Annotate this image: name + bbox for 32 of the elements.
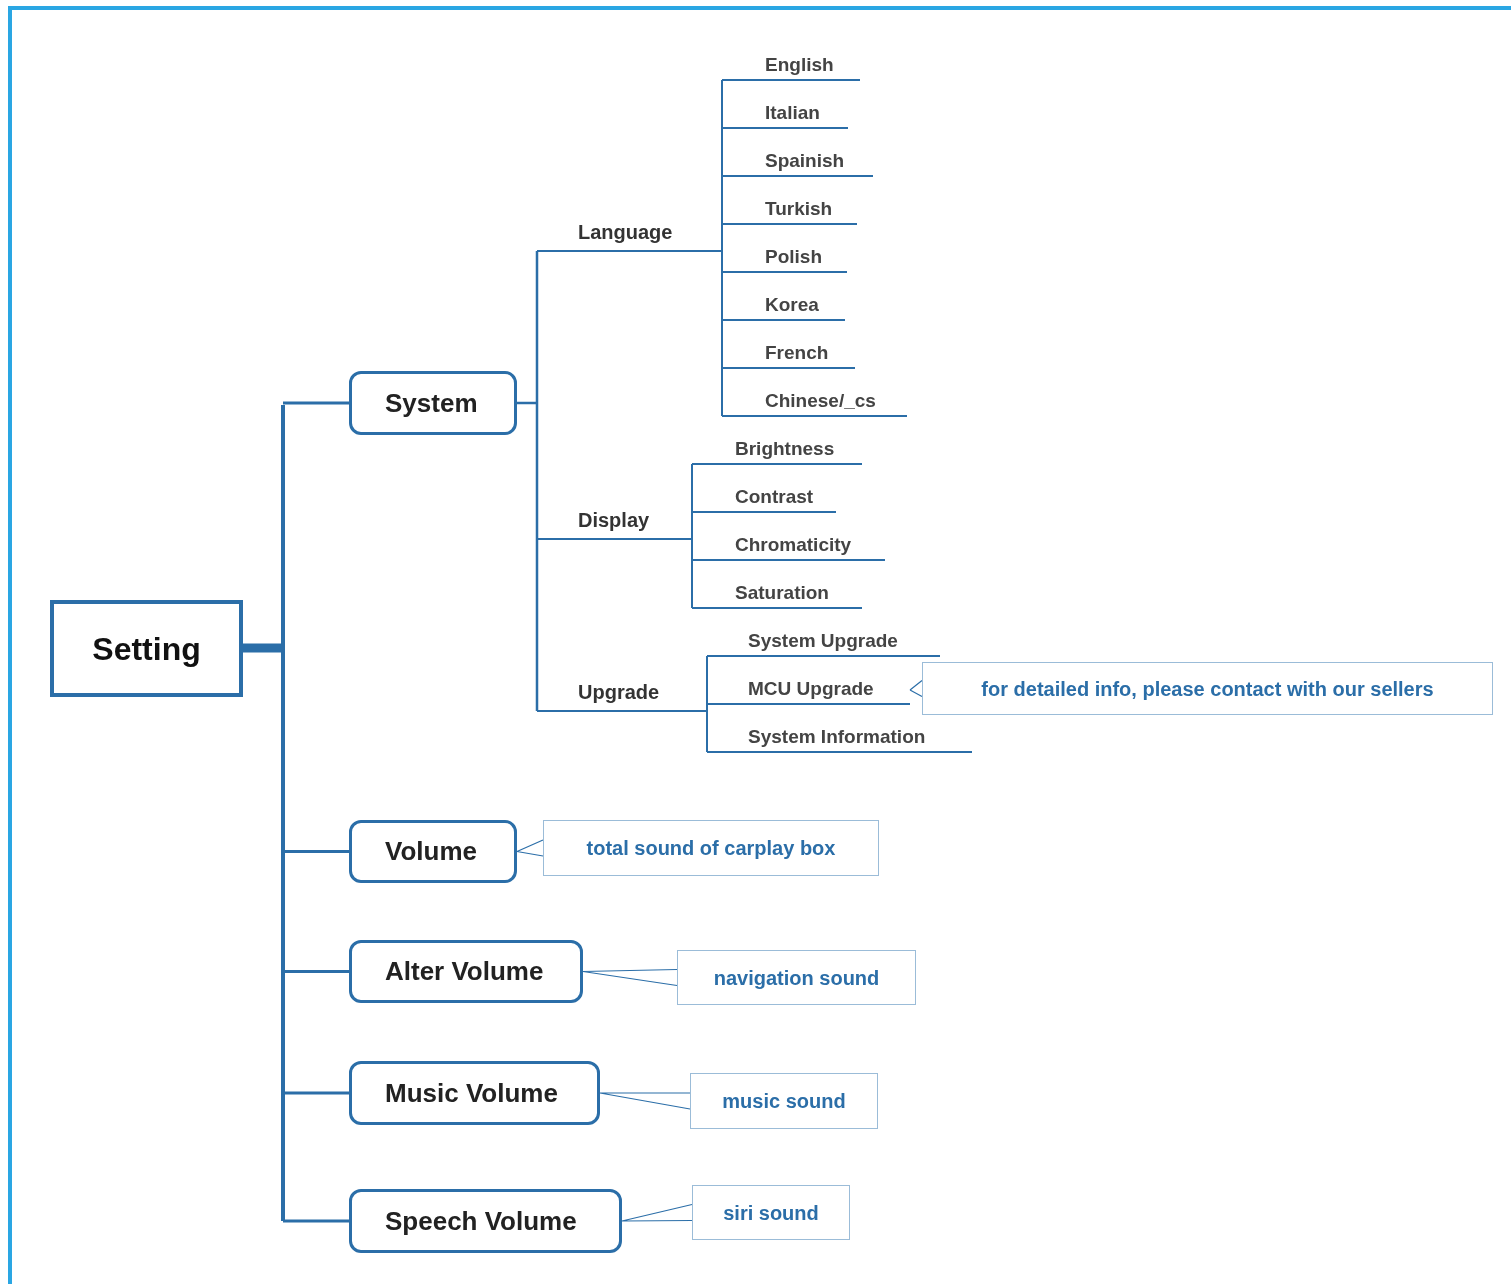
topic-node: Music Volume	[349, 1061, 600, 1125]
topic-node: Speech Volume	[349, 1189, 622, 1253]
callout-note: total sound of carplay box	[543, 820, 879, 876]
leaf-label: Brightness	[735, 438, 835, 460]
topic-node: Alter Volume	[349, 940, 583, 1003]
callout-note: siri sound	[692, 1185, 850, 1240]
leaf-label: Turkish	[765, 198, 833, 220]
branch-label: Upgrade	[578, 680, 660, 704]
callout-note: navigation sound	[677, 950, 916, 1005]
topic-node: System	[349, 371, 517, 435]
callout-note: for detailed info, please contact with our sellers	[922, 662, 1493, 715]
leaf-label: Contrast	[735, 486, 814, 508]
connector-line	[909, 679, 923, 698]
leaf-label: Chinese/_cs	[765, 390, 876, 412]
leaf-label: Italian	[765, 102, 820, 124]
leaf-label: Saturation	[735, 582, 829, 604]
leaf-label: Chromaticity	[735, 534, 852, 556]
callout-note: music sound	[690, 1073, 878, 1129]
topic-node: Volume	[349, 820, 517, 883]
connector-line	[516, 839, 544, 857]
root-node: Setting	[50, 600, 243, 697]
branch-label: Display	[578, 508, 650, 532]
connector-line	[621, 1203, 693, 1222]
leaf-label: Spainish	[765, 150, 845, 172]
leaf-label: French	[765, 342, 829, 364]
leaf-label: English	[765, 54, 834, 76]
leaf-label: Polish	[765, 246, 822, 268]
leaf-label: System Upgrade	[748, 630, 898, 652]
leaf-label: MCU Upgrade	[748, 678, 874, 700]
leaf-label: System Information	[748, 726, 926, 748]
leaf-label: Korea	[765, 294, 819, 316]
branch-label: Language	[578, 220, 673, 244]
